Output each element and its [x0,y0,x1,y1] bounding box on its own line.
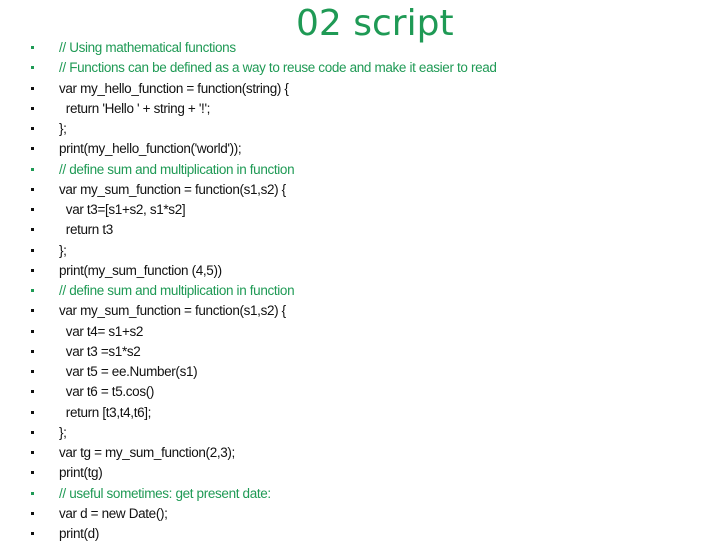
bullet-icon [31,106,34,110]
bullet-icon [31,66,34,70]
bullet-icon [31,127,34,130]
bullet-icon [31,451,34,454]
bullet-icon [31,511,34,515]
line-text: var my_hello_function = function(string)… [59,80,289,96]
bullet-icon [31,208,34,211]
line-text: var my_sum_function = function(s1,s2) { [59,181,286,197]
line-text: var t3=[s1+s2, s1*s2] [59,202,186,217]
line-text: return 'Hello ' + string + '!'; [59,100,211,116]
bullet-icon [31,268,34,272]
line-text: return t3 [59,222,113,238]
bullet-icon [31,86,34,90]
line-text: print(tg) [59,465,103,481]
bullet-icon [31,410,34,414]
line-text: // define sum and multiplication in func… [59,161,295,177]
slide-title: 02 script [296,3,454,44]
line-text: // Using mathematical functions [59,40,236,55]
bullet-icon [31,309,34,313]
line-text: var d = new Date(); [59,505,168,521]
line-text: }; [59,424,67,440]
bullet-icon [31,46,34,49]
line-text: var tg = my_sum_function(2,3); [59,445,235,460]
line-text: // define sum and multiplication in func… [59,283,295,298]
bullet-icon [31,228,34,232]
line-text: print(my_sum_function (4,5)) [59,262,222,278]
line-text: return [t3,t4,t6]; [59,404,152,420]
line-text: var t5 = ee.Number(s1) [59,364,198,379]
line-text: print(my_hello_function('world')); [59,141,242,157]
bullet-icon [31,390,34,394]
bullet-icon [31,491,34,495]
line-text: var my_sum_function = function(s1,s2) { [59,303,286,319]
line-text: var t3 =s1*s2 [59,343,141,359]
line-text: print(d) [59,526,99,541]
line-text: // useful sometimes: get present date: [59,485,271,501]
bullet-icon [31,187,34,191]
bullet-icon [31,289,34,292]
line-text: var t6 = t5.cos() [59,384,155,400]
line-text: var t4= s1+s2 [59,323,144,339]
bullet-icon [31,167,34,171]
line-text: }; [59,121,67,136]
bullet-icon [31,349,34,353]
bullet-icon [31,329,34,333]
line-text: }; [59,242,67,258]
bullet-icon [31,370,34,373]
bullet-icon [31,430,34,434]
line-text: // Functions can be defined as a way to … [59,60,497,76]
bullet-icon [31,532,34,535]
bullet-icon [31,471,34,475]
bullet-icon [31,248,34,252]
bullet-icon [31,147,34,151]
